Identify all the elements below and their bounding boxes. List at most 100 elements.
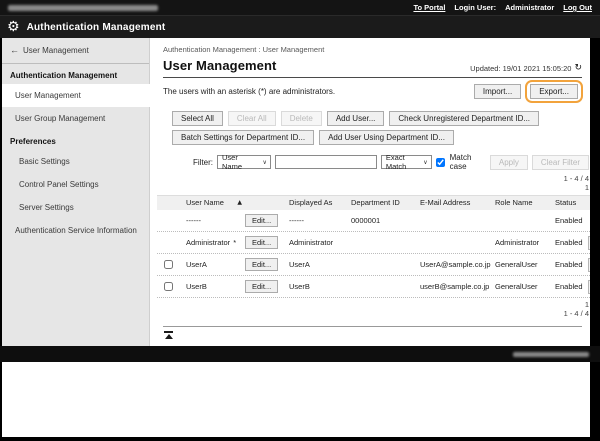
check-unregistered-department-id-button[interactable]: Check Unregistered Department ID... — [389, 111, 539, 126]
redacted-copyright — [513, 352, 589, 357]
sidebar-back-user-management[interactable]: ← User Management — [2, 38, 149, 64]
app-header-bar: ⚙ Authentication Management — [0, 15, 600, 38]
cell-displayed-as: UserA — [282, 260, 344, 269]
filter-field-value: User Name — [222, 153, 258, 171]
chevron-down-icon: ∨ — [262, 159, 266, 166]
cell-status: Enabled — [548, 238, 586, 247]
cell-user-name: UserA — [186, 260, 207, 269]
cell-displayed-as: ------ — [282, 216, 344, 225]
device-info-bar: To Portal Login User: Administrator Log … — [0, 0, 600, 15]
cutoff-button-fragment[interactable] — [588, 236, 590, 250]
cell-status: Enabled — [548, 216, 586, 225]
clear-filter-button[interactable]: Clear Filter — [532, 155, 589, 170]
app-title: Authentication Management — [27, 22, 166, 33]
cell-department-id: 0000001 — [344, 216, 410, 225]
row-checkbox[interactable] — [164, 282, 173, 291]
table-row: Administrator * Edit... Administrator Ad… — [157, 232, 590, 254]
row-checkbox[interactable] — [164, 260, 173, 269]
redacted-device-name — [8, 5, 158, 11]
table-row: ------ Edit... ------ 0000001 Enabled — [157, 210, 590, 232]
login-user-value: Administrator — [505, 3, 554, 12]
bottom-divider — [163, 326, 582, 327]
cell-role-name: GeneralUser — [488, 260, 548, 269]
sidebar-item-control-panel-settings[interactable]: Control Panel Settings — [2, 173, 149, 196]
table-header-row: User Name ▲ Displayed As Department ID E… — [157, 195, 590, 210]
header-department-id: Department ID — [344, 198, 410, 207]
delete-button[interactable]: Delete — [281, 111, 322, 126]
header-user-name: User Name — [186, 198, 224, 207]
main-content: Authentication Management : User Managem… — [150, 38, 590, 346]
cell-role-name: Administrator — [488, 238, 548, 247]
clear-all-button[interactable]: Clear All — [228, 111, 276, 126]
browser-viewport: To Portal Login User: Administrator Log … — [0, 0, 600, 441]
match-case-label: Match case — [450, 153, 482, 171]
sidebar-section-authentication-management: Authentication Management — [2, 64, 149, 84]
page-number-bottom: 1 — [163, 300, 589, 309]
sidebar-item-user-management[interactable]: User Management — [2, 84, 150, 107]
add-user-using-department-id-button[interactable]: Add User Using Department ID... — [319, 130, 454, 145]
admin-asterisk-note: The users with an asterisk (*) are admin… — [163, 87, 335, 96]
page-number-top: 1 — [163, 183, 589, 192]
filter-match-value: Exact Match — [386, 153, 419, 171]
sort-ascending-icon[interactable]: ▲ — [237, 199, 242, 206]
sidebar-back-label: User Management — [23, 46, 89, 55]
batch-settings-department-id-button[interactable]: Batch Settings for Department ID... — [172, 130, 314, 145]
result-range-top: 1 - 4 / 4 — [163, 174, 589, 183]
sidebar-item-basic-settings[interactable]: Basic Settings — [2, 150, 149, 173]
sidebar-item-server-settings[interactable]: Server Settings — [2, 196, 149, 219]
cell-status: Enabled — [548, 260, 586, 269]
import-button[interactable]: Import... — [474, 84, 521, 99]
cell-displayed-as: Administrator — [282, 238, 344, 247]
empty-page-area — [2, 362, 590, 437]
cell-user-name: UserB — [186, 282, 207, 291]
user-table: User Name ▲ Displayed As Department ID E… — [157, 195, 590, 298]
table-row: UserA Edit... UserA UserA@sample.co.jp G… — [157, 254, 590, 276]
back-to-top-icon[interactable] — [164, 331, 173, 339]
footer-bar — [0, 346, 600, 362]
log-out-link[interactable]: Log Out — [563, 3, 592, 12]
sidebar: ← User Management Authentication Managem… — [2, 38, 150, 346]
match-case-checkbox[interactable] — [436, 158, 445, 167]
cell-user-name: ------ — [186, 216, 201, 225]
header-displayed-as: Displayed As — [282, 198, 344, 207]
export-button[interactable]: Export... — [530, 84, 578, 99]
header-status: Status — [548, 198, 586, 207]
edit-button[interactable]: Edit... — [245, 258, 278, 271]
edit-button[interactable]: Edit... — [245, 214, 278, 227]
filter-label: Filter: — [193, 158, 213, 167]
cutoff-button-fragment[interactable] — [588, 280, 590, 294]
sidebar-section-preferences: Preferences — [2, 130, 149, 150]
select-all-button[interactable]: Select All — [172, 111, 223, 126]
filter-keyword-input[interactable] — [275, 155, 377, 169]
sidebar-item-user-group-management[interactable]: User Group Management — [2, 107, 149, 130]
updated-timestamp: Updated: 19/01 2021 15:05:20 — [470, 64, 571, 73]
cell-role-name: GeneralUser — [488, 282, 548, 291]
apply-button[interactable]: Apply — [490, 155, 528, 170]
chevron-down-icon: ∨ — [423, 159, 427, 166]
title-divider — [163, 77, 582, 78]
cell-user-name: Administrator — [186, 238, 230, 247]
page-body: ← User Management Authentication Managem… — [2, 38, 590, 346]
cell-displayed-as: UserB — [282, 282, 344, 291]
gear-icon: ⚙ — [7, 20, 20, 34]
filter-field-select[interactable]: User Name ∨ — [217, 155, 271, 169]
header-email-address: E-Mail Address — [410, 198, 488, 207]
filter-match-select[interactable]: Exact Match ∨ — [381, 155, 432, 169]
cell-email: UserA@sample.co.jp — [410, 260, 488, 269]
table-row: UserB Edit... UserB userB@sample.co.jp G… — [157, 276, 590, 298]
cutoff-button-fragment[interactable] — [588, 258, 590, 272]
header-role-name: Role Name — [488, 198, 548, 207]
breadcrumb: Authentication Management : User Managem… — [163, 45, 590, 54]
login-user-label: Login User: — [454, 3, 496, 12]
cell-status: Enabled — [548, 282, 586, 291]
page-title: User Management — [163, 58, 276, 73]
sidebar-item-authentication-service-information[interactable]: Authentication Service Information — [2, 219, 149, 242]
add-user-button[interactable]: Add User... — [327, 111, 385, 126]
to-portal-link[interactable]: To Portal — [413, 3, 445, 12]
cell-email: userB@sample.co.jp — [410, 282, 488, 291]
result-range-bottom: 1 - 4 / 4 — [163, 309, 589, 318]
edit-button[interactable]: Edit... — [245, 280, 278, 293]
refresh-icon[interactable]: ↻ — [574, 63, 582, 73]
back-arrow-icon: ← — [10, 46, 19, 55]
edit-button[interactable]: Edit... — [245, 236, 278, 249]
